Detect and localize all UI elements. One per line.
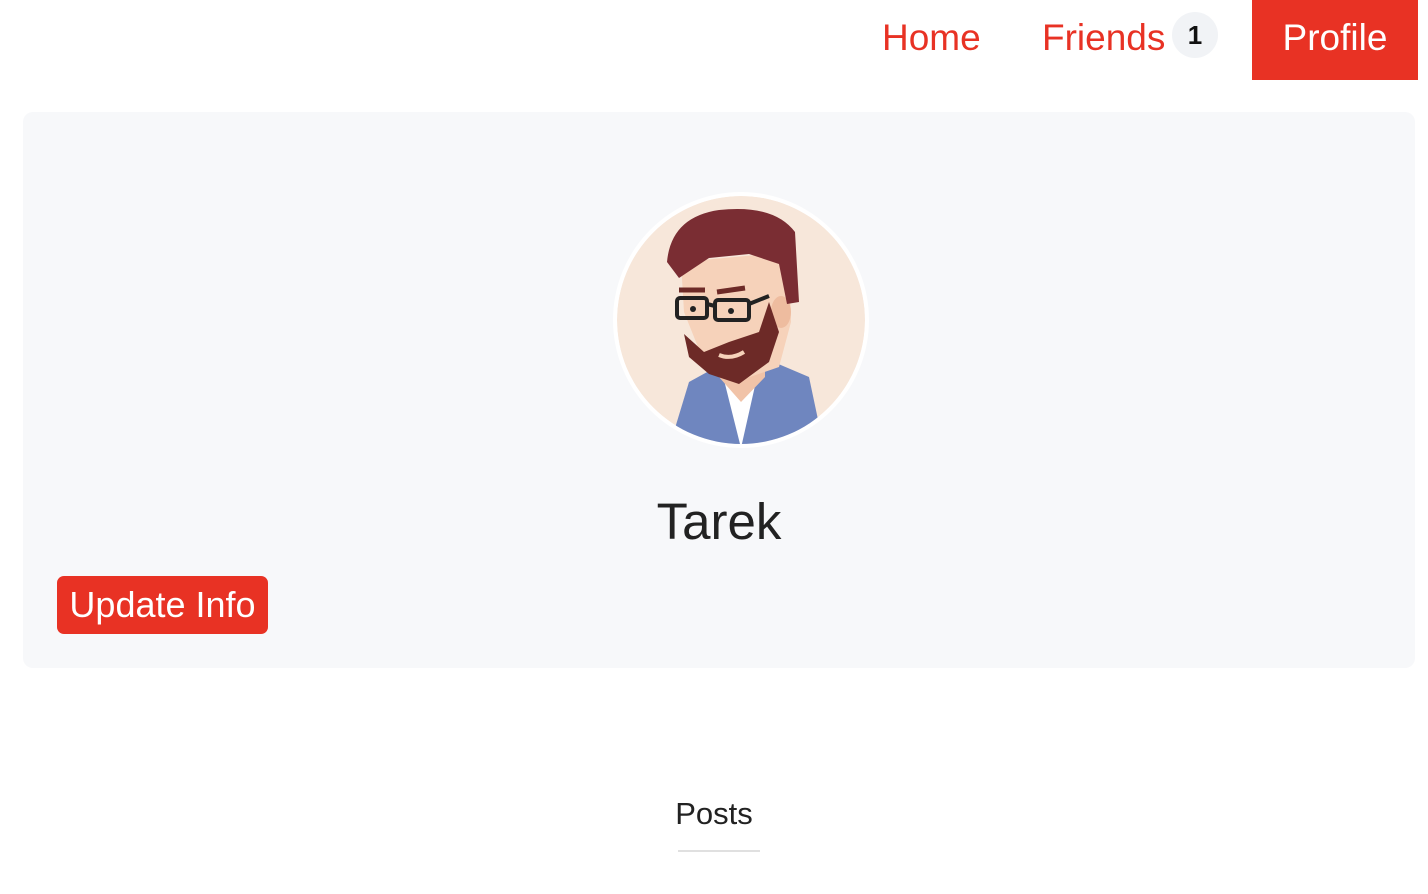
friends-count-badge: 1 bbox=[1172, 12, 1218, 58]
top-nav: Home Friends 1 Profile bbox=[0, 0, 1428, 80]
profile-card: Tarek Update Info bbox=[23, 112, 1415, 668]
nav-friends-link[interactable]: Friends bbox=[1042, 0, 1165, 80]
profile-name: Tarek bbox=[656, 493, 782, 550]
posts-underline bbox=[678, 850, 760, 852]
nav-profile-link[interactable]: Profile bbox=[1252, 0, 1418, 80]
nav-home-link[interactable]: Home bbox=[882, 0, 981, 80]
avatar bbox=[613, 192, 869, 448]
posts-heading: Posts bbox=[675, 796, 753, 831]
update-info-button[interactable]: Update Info bbox=[57, 576, 268, 634]
